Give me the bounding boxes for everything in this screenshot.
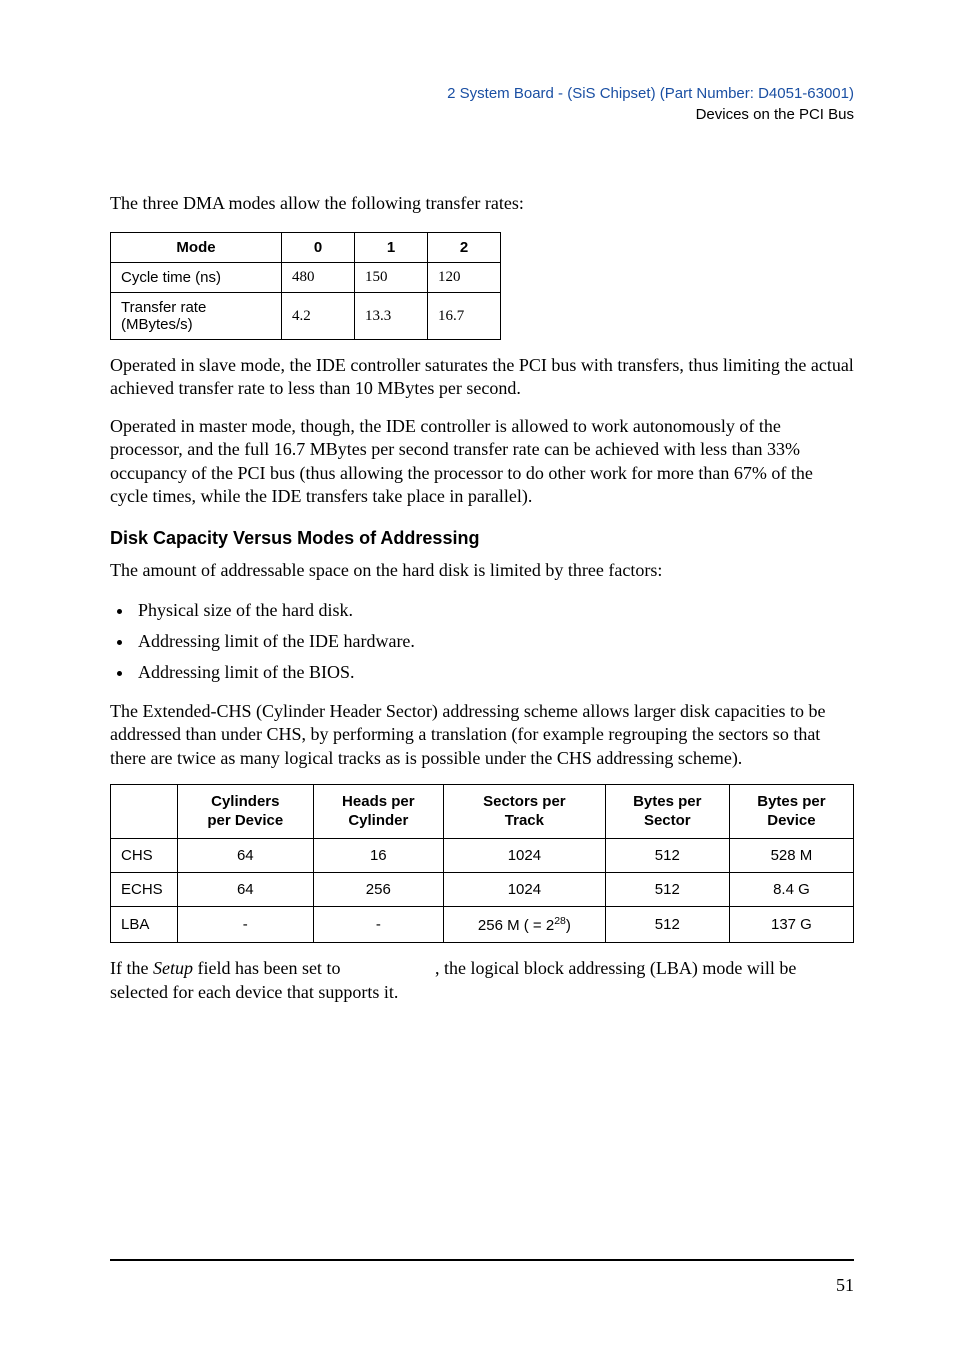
cell: 512 [605,907,729,943]
th-empty [111,784,178,839]
paragraph: Operated in slave mode, the IDE controll… [110,354,854,401]
cell: 1024 [444,873,606,907]
addressing-table: Cylindersper Device Heads perCylinder Se… [110,784,854,944]
list-item: Addressing limit of the IDE hardware. [134,628,854,655]
footer-rule [110,1259,854,1261]
cell: 512 [605,873,729,907]
cell: - [313,907,443,943]
cell: 64 [178,839,314,873]
cell: 1024 [444,839,606,873]
row-label: LBA [111,907,178,943]
paragraph: The amount of addressable space on the h… [110,559,854,582]
closing-paragraph: If the Setup field has been set to , the… [110,957,854,1004]
th: Heads perCylinder [313,784,443,839]
table-row: LBA - - 256 M ( = 228) 512 137 G [111,907,854,943]
th-2: 2 [428,233,501,263]
cell-label: Transfer rate (MBytes/s) [111,293,282,340]
th: Cylindersper Device [178,784,314,839]
row-label: ECHS [111,873,178,907]
section-title: Devices on the PCI Bus [110,106,854,123]
cell: 16.7 [428,293,501,340]
cell: 120 [428,263,501,293]
th: Sectors perTrack [444,784,606,839]
cell: 8.4 G [729,873,853,907]
th-mode: Mode [111,233,282,263]
cell: 13.3 [355,293,428,340]
th: Bytes perDevice [729,784,853,839]
list-item: Addressing limit of the BIOS. [134,659,854,686]
text: If the [110,958,153,978]
th: Bytes perSector [605,784,729,839]
table-row: CHS 64 16 1024 512 528 M [111,839,854,873]
cell: 64 [178,873,314,907]
bullet-list: Physical size of the hard disk. Addressi… [110,597,854,686]
cell: 137 G [729,907,853,943]
running-header: 2 System Board - (SiS Chipset) (Part Num… [110,85,854,123]
paragraph: Operated in master mode, though, the IDE… [110,415,854,509]
list-item: Physical size of the hard disk. [134,597,854,624]
dma-modes-table: Mode 0 1 2 Cycle time (ns) 480 150 120 T… [110,232,501,340]
intro-text: The three DMA modes allow the following … [110,193,854,214]
table-row: Transfer rate (MBytes/s) 4.2 13.3 16.7 [111,293,501,340]
page-number: 51 [836,1275,854,1296]
cell: 512 [605,839,729,873]
th-0: 0 [282,233,355,263]
cell: 256 M ( = 228) [444,907,606,943]
setup-italic: Setup [153,958,193,978]
cell: 256 [313,873,443,907]
th-1: 1 [355,233,428,263]
cell: 528 M [729,839,853,873]
subsection-title: Disk Capacity Versus Modes of Addressing [110,528,854,549]
cell: 4.2 [282,293,355,340]
table-row: Cycle time (ns) 480 150 120 [111,263,501,293]
cell-label: Cycle time (ns) [111,263,282,293]
cell: 16 [313,839,443,873]
text: field has been set to [193,958,345,978]
table-row: ECHS 64 256 1024 512 8.4 G [111,873,854,907]
cell: 150 [355,263,428,293]
row-label: CHS [111,839,178,873]
paragraph: The Extended-CHS (Cylinder Header Sector… [110,700,854,770]
chapter-title: 2 System Board - (SiS Chipset) (Part Num… [110,85,854,102]
cell: - [178,907,314,943]
cell: 480 [282,263,355,293]
